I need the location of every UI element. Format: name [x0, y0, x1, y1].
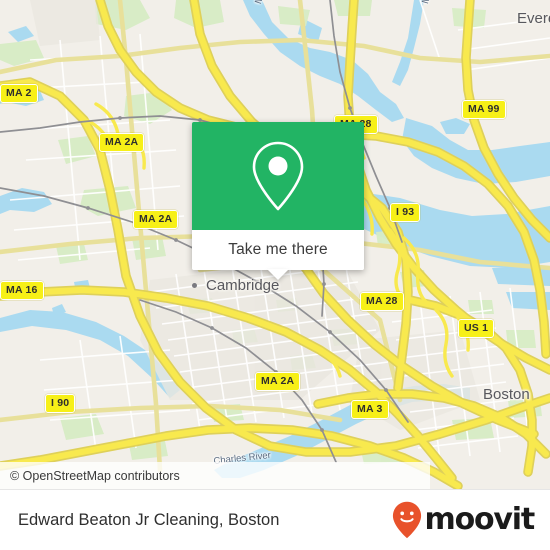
road-shield: MA 3 [351, 400, 389, 419]
road-shield: MA 2 [0, 84, 38, 103]
road-shield: I 93 [390, 203, 421, 222]
take-me-there-label: Take me there [228, 241, 328, 258]
place-label: Everett [517, 10, 550, 27]
footer-bar: Edward Beaton Jr Cleaning, Boston moovit [0, 489, 550, 550]
place-dot [192, 283, 197, 288]
location-callout[interactable]: Take me there [192, 122, 364, 280]
road-shield: MA 2A [99, 133, 145, 152]
moovit-wordmark: moovit [424, 502, 536, 537]
road-shield: US 1 [458, 319, 495, 338]
map-page: MA 2 MA 2A MA 2A MA 16 I 90 MA 2A MA 28 MA 99 I … [0, 0, 550, 550]
moovit-smiley-pin-icon [392, 501, 421, 539]
callout-action-panel[interactable]: Take me there [192, 230, 364, 280]
location-pin-icon [252, 141, 304, 211]
road-shield: MA 2A [255, 372, 301, 391]
road-shield: MA 16 [0, 281, 44, 300]
moovit-logo[interactable]: moovit [392, 501, 536, 539]
road-shield: MA 99 [462, 100, 506, 119]
place-title: Edward Beaton Jr Cleaning, Boston [18, 510, 280, 529]
road-shield: I 90 [45, 394, 76, 413]
callout-tail [267, 269, 289, 280]
openstreetmap-attribution[interactable]: © OpenStreetMap contributors [0, 469, 180, 483]
map-attribution-bar: © OpenStreetMap contributors [0, 462, 430, 489]
place-label: Boston [483, 386, 530, 403]
road-shield: MA 2A [133, 210, 179, 229]
road-shield: MA 28 [360, 292, 404, 311]
callout-pin-panel [192, 122, 364, 230]
map-canvas[interactable]: MA 2 MA 2A MA 2A MA 16 I 90 MA 2A MA 28 MA 99 I … [0, 0, 550, 489]
